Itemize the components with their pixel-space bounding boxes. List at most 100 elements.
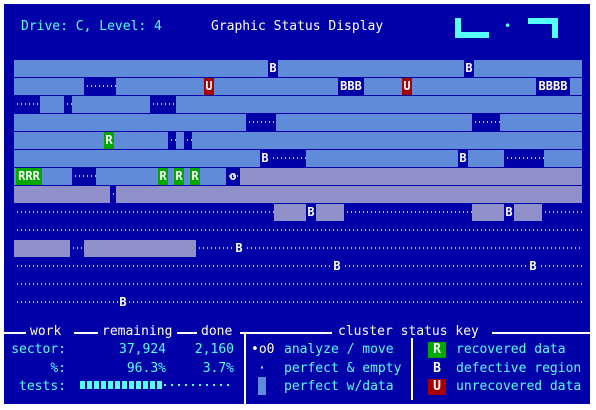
progress-empty	[199, 384, 201, 386]
cluster-row: U BBB U BBBB	[14, 78, 582, 95]
cluster-row	[14, 114, 582, 131]
cluster-used	[116, 186, 582, 203]
cluster-data	[176, 96, 582, 113]
progress-empty	[185, 384, 187, 386]
cluster-used	[84, 240, 196, 257]
cluster-empty	[14, 204, 274, 221]
cluster-used	[14, 186, 110, 203]
sector-done: 2,160	[194, 342, 234, 357]
cluster-marker: BBBB	[536, 78, 570, 95]
cluster-map: B B U BBB U BBBB R B B RRR R R Ro B B B B B B	[14, 56, 582, 320]
cluster-row: BB	[14, 60, 582, 77]
progress-empty	[178, 384, 180, 386]
progress-filled	[87, 381, 92, 389]
cluster-empty	[196, 240, 582, 257]
cluster-data	[40, 96, 64, 113]
cluster-row	[14, 276, 582, 293]
cluster-data	[544, 150, 582, 167]
defective-symbol: B	[433, 361, 441, 376]
drive-level: Drive: C, Level: 4	[21, 19, 162, 34]
cluster-row: BB	[14, 204, 582, 221]
unrecovered-symbol: U	[428, 379, 446, 395]
cluster-row: R	[14, 132, 582, 149]
sector-label: sector:	[11, 342, 66, 357]
cluster-data	[306, 150, 504, 167]
cluster-used	[240, 168, 582, 185]
cluster-marker: B	[464, 60, 474, 77]
cluster-data	[276, 114, 472, 131]
cluster-empty	[14, 258, 582, 275]
cluster-row: RRR R R Ro	[14, 168, 582, 185]
work-label: work	[30, 324, 62, 339]
cluster-empty	[150, 96, 176, 113]
cluster-empty	[168, 132, 176, 149]
cluster-marker: B	[234, 240, 244, 257]
cluster-marker: RRR	[16, 168, 42, 185]
progress-empty	[213, 384, 215, 386]
cluster-marker: B	[458, 150, 468, 167]
progress-empty	[192, 384, 194, 386]
progress-filled	[101, 381, 106, 389]
status-screen: Drive: C, Level: 4 Graphic Status Displa…	[4, 4, 590, 404]
progress-filled	[122, 381, 127, 389]
analyze-symbol: •o0	[251, 342, 275, 357]
recovered-symbol: R	[428, 342, 446, 358]
key-empty: perfect & empty	[284, 361, 402, 376]
cluster-data	[14, 114, 246, 131]
progress-empty	[227, 384, 229, 386]
cluster-empty	[504, 150, 544, 167]
cluster-marker: U	[204, 78, 214, 95]
percent-done: 3.7%	[202, 361, 234, 376]
progress-filled	[136, 381, 141, 389]
cluster-marker: B	[306, 204, 316, 221]
cluster-marker: o	[229, 169, 237, 183]
cluster-empty	[184, 132, 192, 149]
cluster-row	[14, 186, 582, 203]
cluster-row: B	[14, 240, 582, 257]
cluster-row	[14, 222, 582, 239]
cluster-marker: B	[268, 60, 278, 77]
cluster-data	[500, 114, 582, 131]
progress-filled	[143, 381, 148, 389]
cluster-data	[14, 150, 262, 167]
tests-label: tests:	[19, 379, 66, 394]
percent-label: %:	[50, 361, 66, 376]
cluster-used	[14, 240, 70, 257]
cluster-empty	[72, 168, 96, 185]
progress-filled	[115, 381, 120, 389]
cluster-marker: B	[118, 294, 128, 311]
cluster-marker: U	[402, 78, 412, 95]
cluster-data	[14, 60, 582, 77]
cluster-data	[72, 96, 150, 113]
cluster-marker: R	[174, 168, 184, 185]
cluster-empty	[344, 204, 472, 221]
key-data: perfect w/data	[284, 379, 394, 394]
key-recovered: recovered data	[456, 342, 566, 357]
cluster-marker: B	[332, 258, 342, 275]
corner-dot: •	[504, 19, 512, 33]
cluster-empty	[14, 222, 582, 239]
progress-empty	[220, 384, 222, 386]
key-defective: defective region	[456, 361, 582, 376]
cluster-empty	[84, 78, 116, 95]
status-panel: work remaining done cluster status key s…	[4, 324, 590, 404]
cluster-empty	[472, 114, 500, 131]
page-title: Graphic Status Display	[211, 19, 384, 34]
cluster-empty	[14, 276, 582, 293]
cluster-row: B	[14, 294, 582, 311]
cluster-marker: BBB	[338, 78, 364, 95]
progress-empty	[164, 384, 166, 386]
cluster-empty	[64, 96, 72, 113]
cluster-marker: R	[190, 168, 200, 185]
cluster-row: BB	[14, 150, 582, 167]
cluster-row	[14, 96, 582, 113]
sector-remaining: 37,924	[119, 342, 166, 357]
cluster-marker: B	[528, 258, 538, 275]
progress-filled	[157, 381, 162, 389]
cluster-data	[14, 132, 168, 149]
key-analyze: analyze / move	[284, 342, 394, 357]
cluster-data	[192, 132, 582, 149]
key-title: cluster status key	[338, 324, 479, 339]
cluster-marker: B	[504, 204, 514, 221]
cluster-row: BB	[14, 258, 582, 275]
